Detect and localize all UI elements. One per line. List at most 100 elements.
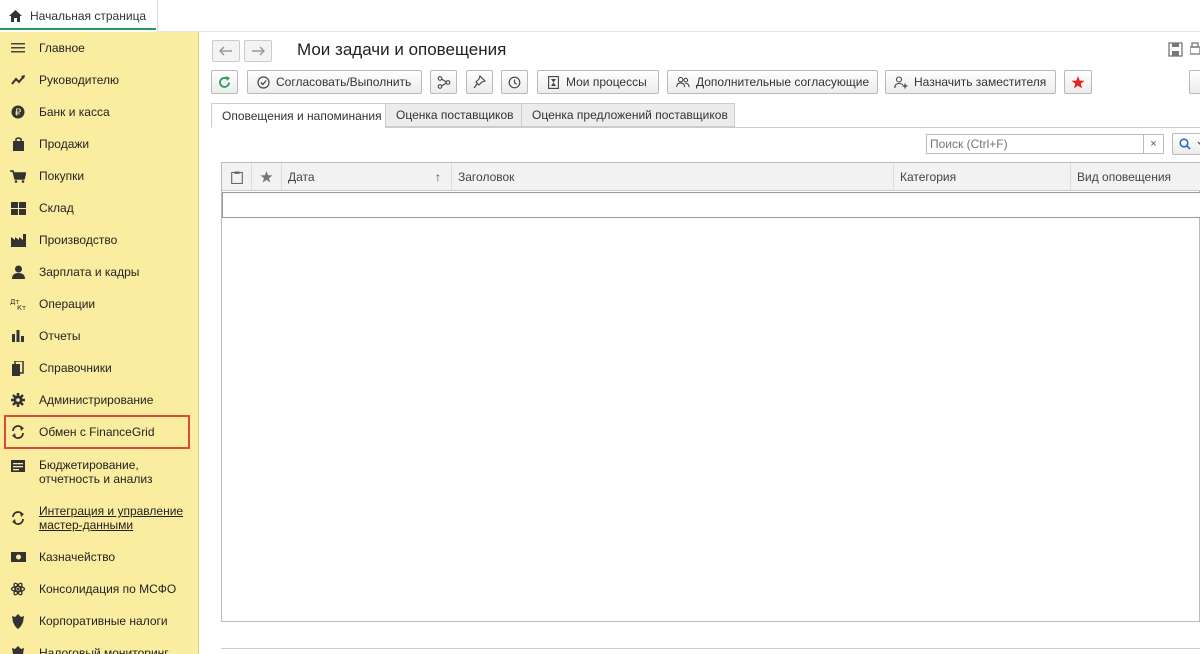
my-processes-button[interactable]: Мои процессы <box>537 70 659 94</box>
column-notification-type[interactable]: Вид оповещения <box>1071 163 1200 191</box>
tab-supplier-offers-rating[interactable]: Оценка предложений поставщиков <box>521 103 735 127</box>
sort-asc-icon: ↑ <box>435 170 441 184</box>
forward-button[interactable] <box>244 40 272 62</box>
search-button[interactable] <box>1172 133 1200 155</box>
sidebar-item-warehouse[interactable]: Склад <box>0 199 199 217</box>
sidebar-item-label-line2: мастер-данными <box>39 518 134 532</box>
menu-icon <box>10 40 26 56</box>
sidebar-item-label: Склад <box>39 201 74 215</box>
approve-execute-label: Согласовать/Выполнить <box>276 75 412 89</box>
sidebar-item-label: Зарплата и кадры <box>39 265 140 279</box>
sidebar-item-manager[interactable]: Руководителю <box>0 71 199 89</box>
sidebar-item-purchases[interactable]: Покупки <box>0 167 199 185</box>
factory-icon <box>10 232 26 248</box>
additional-approvers-label: Дополнительные согласующие <box>696 75 870 89</box>
column-label: Заголовок <box>458 170 515 184</box>
column-favorite[interactable] <box>252 163 282 191</box>
additional-approvers-button[interactable]: Дополнительные согласующие <box>667 70 878 94</box>
tab-label: Оповещения и напоминания <box>222 108 382 123</box>
sidebar-item-label-line1: Интеграция и управление <box>39 504 184 518</box>
check-circle-icon <box>256 75 270 89</box>
column-label: Дата <box>288 170 315 184</box>
assign-deputy-button[interactable]: Назначить заместителя <box>885 70 1056 94</box>
sidebar-item-reports[interactable]: Отчеты <box>0 327 199 345</box>
sidebar-item-label: Руководителю <box>39 73 120 87</box>
favorite-button[interactable] <box>1064 70 1092 94</box>
print-icon[interactable] <box>1190 42 1200 58</box>
sidebar-item-integration[interactable]: Интеграция и управление мастер-данными <box>0 504 199 534</box>
column-date[interactable]: Дата ↑ <box>282 163 452 191</box>
close-icon: × <box>1150 138 1157 150</box>
sidebar-item-administration[interactable]: Администрирование <box>0 391 199 409</box>
books-icon <box>10 360 26 376</box>
pin-button[interactable] <box>466 70 493 94</box>
route-icon <box>437 75 451 89</box>
history-button[interactable] <box>501 70 528 94</box>
sidebar-item-salary[interactable]: Зарплата и кадры <box>0 263 199 281</box>
clipboard-icon <box>230 171 243 184</box>
emblem-icon <box>10 645 26 654</box>
cart-icon <box>10 168 26 184</box>
tab-supplier-rating[interactable]: Оценка поставщиков <box>385 103 522 127</box>
pin-icon <box>473 75 487 89</box>
main-area: Мои задачи и оповещения Согласовать/Выпо… <box>200 32 1200 654</box>
sidebar-item-operations[interactable]: Дт Кт Операции <box>0 295 199 313</box>
sidebar-item-label: Консолидация по МСФО <box>39 582 177 596</box>
home-tab[interactable]: Начальная страница <box>0 0 158 32</box>
sidebar-item-label: Главное <box>39 41 85 55</box>
sidebar-item-sales[interactable]: Продажи <box>0 135 199 153</box>
sidebar-item-label: Производство <box>39 233 118 247</box>
sidebar-item-treasury[interactable]: Казначейство <box>0 548 199 566</box>
sidebar-item-label: Отчеты <box>39 329 81 343</box>
emblem-icon <box>10 613 26 629</box>
sidebar-item-label: Налоговый мониторинг <box>39 646 169 654</box>
sidebar-item-label: Банк и касса <box>39 105 110 119</box>
sidebar-item-label: Продажи <box>39 137 90 151</box>
sidebar-item-bank[interactable]: ₽ Банк и касса <box>0 103 199 121</box>
search-input[interactable] <box>926 134 1144 154</box>
save-icon[interactable] <box>1168 42 1184 58</box>
clear-search-button[interactable]: × <box>1144 134 1164 154</box>
column-category[interactable]: Категория <box>894 163 1071 191</box>
star-icon <box>260 171 273 183</box>
route-button[interactable] <box>430 70 457 94</box>
sidebar-item-production[interactable]: Производство <box>0 231 199 249</box>
budget-icon <box>10 458 26 474</box>
trend-icon <box>10 72 26 88</box>
notifications-table: Дата ↑ Заголовок Категория Вид оповещени… <box>221 162 1200 622</box>
svg-text:Кт: Кт <box>17 304 26 311</box>
add-user-icon <box>894 75 908 89</box>
sidebar-item-ifrs[interactable]: Консолидация по МСФО <box>0 580 199 598</box>
sync-icon <box>10 510 26 526</box>
page-title: Мои задачи и оповещения <box>297 40 507 59</box>
column-attachment[interactable] <box>222 163 252 191</box>
hourglass-icon <box>546 75 560 89</box>
warehouse-icon <box>10 200 26 216</box>
assign-deputy-label: Назначить заместителя <box>914 75 1047 89</box>
star-icon <box>1071 75 1085 89</box>
treasury-icon <box>10 549 26 565</box>
sidebar-item-budgeting[interactable]: Бюджетирование, отчетность и анализ <box>0 458 199 488</box>
highlight-frame <box>4 415 190 449</box>
sidebar-item-label: Покупки <box>39 169 85 183</box>
top-bar: Начальная страница <box>0 0 1200 32</box>
table-row[interactable] <box>222 192 1200 218</box>
home-tab-label: Начальная страница <box>30 9 147 23</box>
bottom-divider <box>221 648 1200 649</box>
gear-icon <box>10 392 26 408</box>
my-processes-label: Мои процессы <box>566 75 647 89</box>
sidebar-item-main[interactable]: Главное <box>0 39 199 57</box>
tab-notifications[interactable]: Оповещения и напоминания <box>211 103 386 128</box>
search-icon <box>1179 138 1191 150</box>
back-button[interactable] <box>212 40 240 62</box>
column-title[interactable]: Заголовок <box>452 163 894 191</box>
refresh-button[interactable] <box>211 70 238 94</box>
more-button[interactable] <box>1189 70 1200 94</box>
atom-icon <box>10 581 26 597</box>
bar-chart-icon <box>10 328 26 344</box>
sidebar-item-label: Корпоративные налоги <box>39 614 168 628</box>
sidebar-item-tax-monitoring[interactable]: Налоговый мониторинг <box>0 644 199 654</box>
approve-execute-button[interactable]: Согласовать/Выполнить <box>247 70 422 94</box>
sidebar-item-corporate-taxes[interactable]: Корпоративные налоги <box>0 612 199 630</box>
sidebar-item-directories[interactable]: Справочники <box>0 359 199 377</box>
